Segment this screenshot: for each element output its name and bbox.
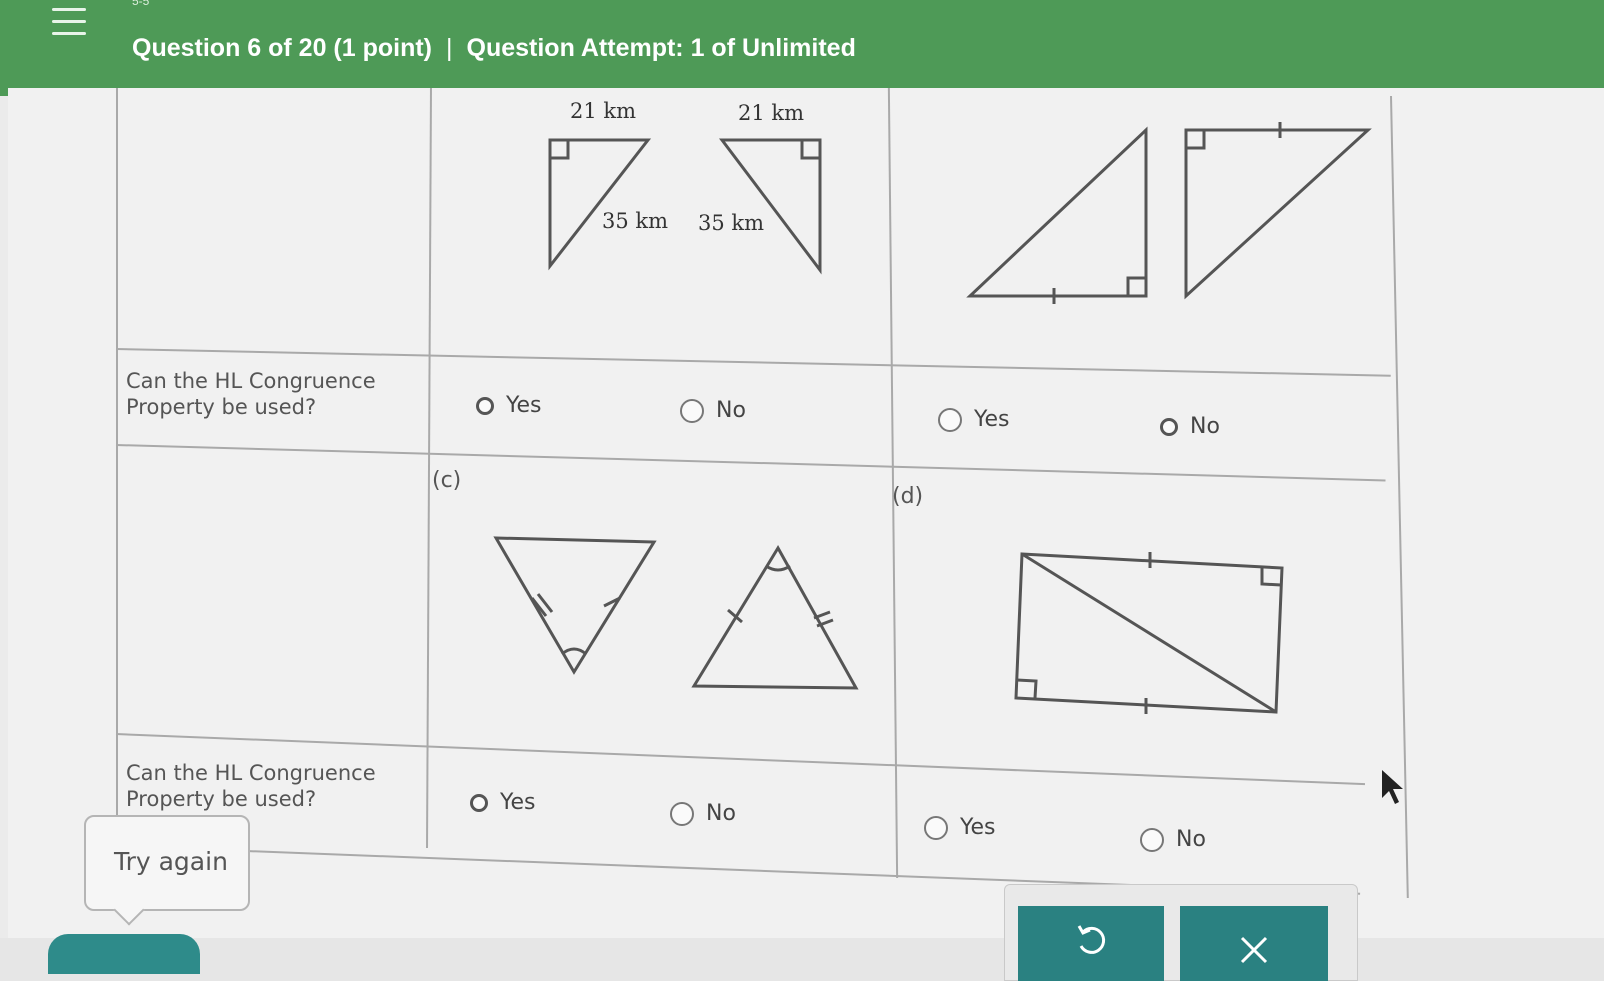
tooltip-text: Try again — [114, 847, 228, 876]
option-label: No — [1190, 414, 1220, 439]
radio-circle — [1140, 827, 1164, 852]
clear-button[interactable] — [1180, 906, 1328, 981]
close-icon — [1240, 936, 1268, 964]
option-label: No — [706, 801, 736, 826]
hamburger-menu-icon[interactable] — [46, 4, 92, 40]
figure-b-left-top-label: 21 km — [570, 99, 636, 123]
explanation-tab[interactable] — [48, 934, 200, 974]
attempt-label: Question Attempt: 1 of Unlimited — [466, 34, 856, 62]
row-label-1: Can the HL Congruence Property be used? — [126, 369, 376, 419]
option-b2-yes[interactable]: Yes — [938, 407, 1010, 432]
radio-circle — [470, 793, 488, 812]
option-label: Yes — [960, 815, 996, 840]
header-separator: | — [446, 34, 453, 62]
radio-circle — [680, 398, 704, 423]
option-label: Yes — [506, 393, 542, 418]
feedback-tooltip: Try again — [84, 815, 250, 926]
option-c-yes[interactable]: Yes — [470, 790, 536, 815]
radio-circle — [1160, 417, 1178, 436]
figure-c-triangles — [493, 536, 859, 690]
option-b-yes[interactable]: Yes — [476, 393, 542, 418]
figure-d-rectangle — [1014, 552, 1284, 714]
triangle-inverted — [493, 536, 657, 675]
question-header: Question 6 of 20 (1 point) | Question Atte… — [132, 34, 856, 63]
option-d-yes[interactable]: Yes — [924, 815, 996, 840]
rectangle-diagonal — [1021, 552, 1277, 714]
top-bar: 5-5 Question 6 of 20 (1 point) | Question … — [0, 0, 1604, 96]
cell-tag-d: (d) — [892, 484, 924, 509]
figure-b2-triangles — [966, 122, 1372, 304]
radio-circle — [670, 801, 694, 826]
undo-button[interactable] — [1018, 906, 1164, 981]
triangle-left-2 — [966, 126, 1148, 298]
bottom-bar — [0, 938, 1604, 981]
option-d-no[interactable]: No — [1140, 827, 1206, 852]
option-b2-no[interactable]: No — [1160, 414, 1220, 439]
option-label: No — [716, 398, 746, 423]
question-label: Question 6 of 20 (1 point) — [132, 34, 433, 62]
option-label: Yes — [500, 790, 536, 815]
radio-circle — [476, 396, 494, 415]
triangle-right-2 — [1184, 128, 1372, 300]
option-label: Yes — [974, 407, 1010, 432]
radio-circle — [924, 815, 948, 840]
figure-b-left-hyp-label: 35 km — [602, 209, 668, 233]
cell-tag-c: (c) — [432, 468, 462, 493]
figure-b-right-top-label: 21 km — [738, 101, 804, 125]
figure-b-right-hyp-label: 35 km — [698, 211, 764, 235]
radio-circle — [938, 407, 962, 432]
undo-icon — [1077, 925, 1106, 954]
row-label-2: Can the HL Congruence Property be used? — [126, 761, 376, 811]
section-crumb: 5-5 — [132, 0, 150, 8]
option-b-no[interactable]: No — [680, 398, 746, 423]
option-c-no[interactable]: No — [670, 801, 736, 826]
figure-b-triangles: 21 km 35 km 21 km 35 km — [548, 99, 822, 275]
mouse-cursor-icon — [1382, 770, 1403, 804]
option-label: No — [1176, 827, 1206, 852]
